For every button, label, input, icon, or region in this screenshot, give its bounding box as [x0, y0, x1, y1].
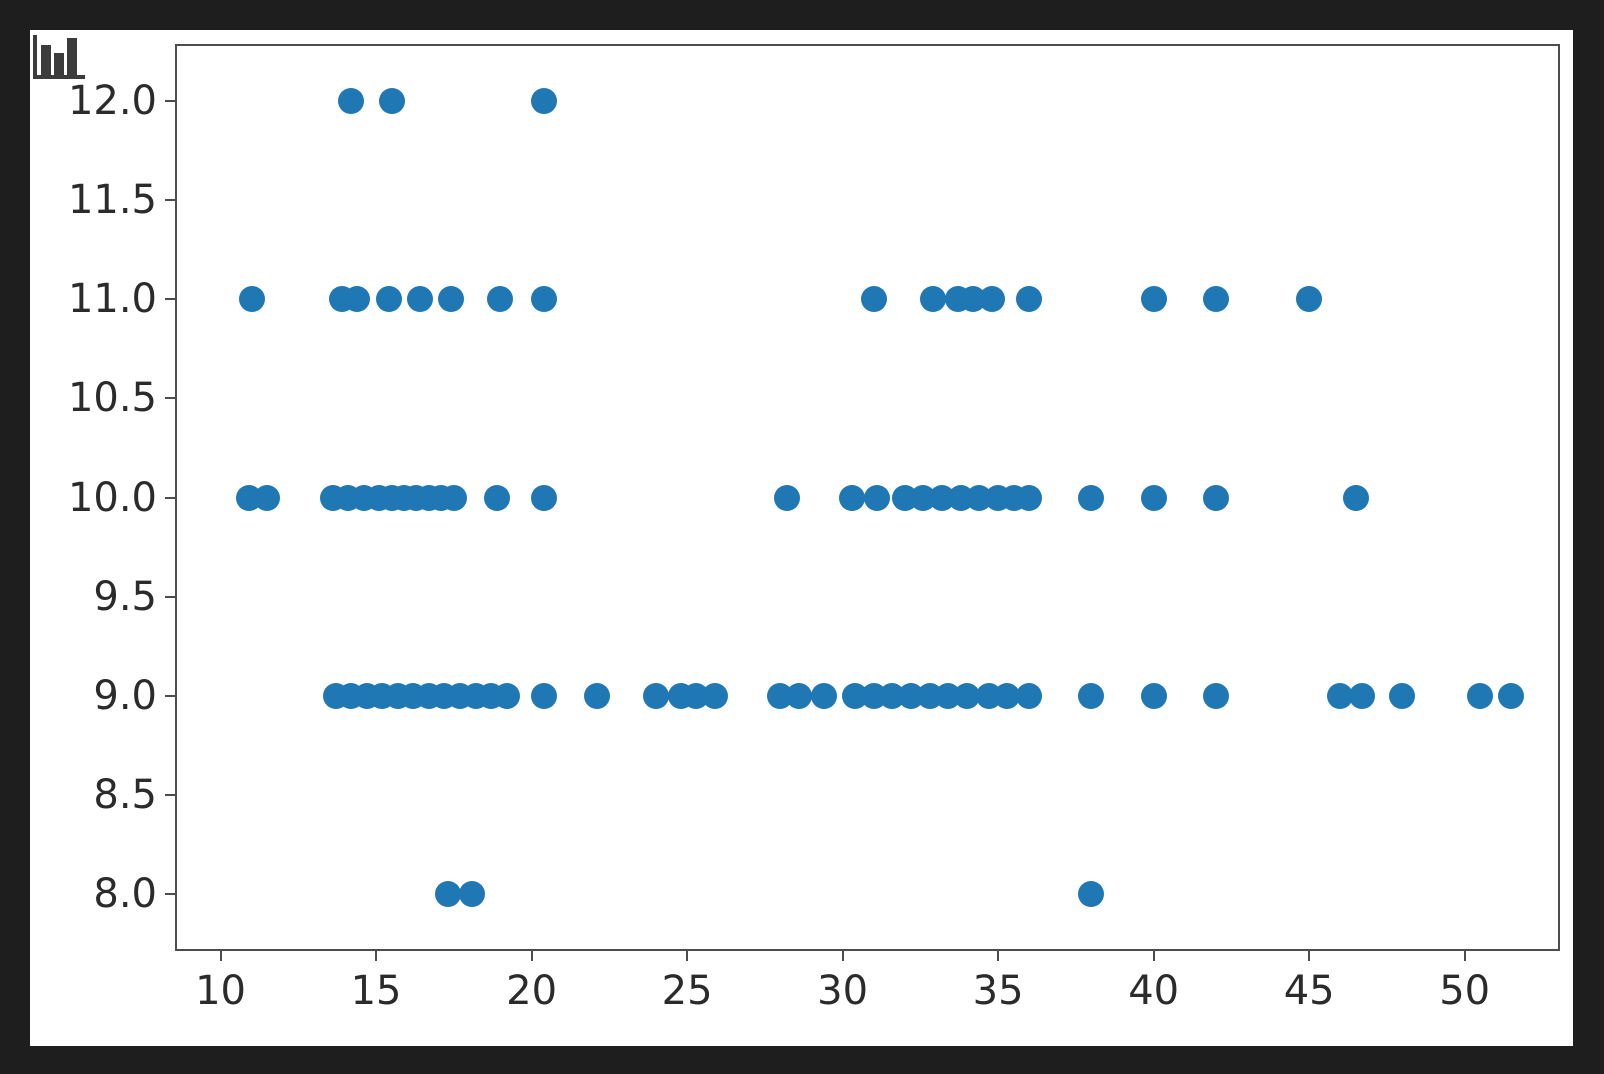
- scatter-point: [1389, 682, 1416, 709]
- scatter-point: [531, 88, 558, 115]
- x-axis-tick-mark: [1463, 949, 1466, 961]
- x-axis-tick-mark: [375, 949, 378, 961]
- scatter-point: [1342, 484, 1369, 511]
- scatter-point: [378, 88, 405, 115]
- scatter-point: [1016, 682, 1043, 709]
- scatter-point: [702, 682, 729, 709]
- y-axis-tick-label: 9.0: [93, 672, 157, 719]
- y-axis-tick-label: 8.0: [93, 870, 157, 917]
- y-axis-tick-mark: [165, 397, 177, 400]
- scatter-point: [583, 682, 610, 709]
- scatter-point: [1467, 682, 1494, 709]
- x-axis-tick-mark: [1308, 949, 1311, 961]
- scatter-point: [531, 484, 558, 511]
- x-axis-tick-mark: [997, 949, 1000, 961]
- x-axis-tick-mark: [1152, 949, 1155, 961]
- scatter-point: [863, 484, 890, 511]
- y-axis-tick-mark: [165, 694, 177, 697]
- y-axis-tick-label: 11.5: [67, 177, 157, 224]
- x-axis-tick-label: 10: [195, 968, 246, 1014]
- y-axis-tick-mark: [165, 793, 177, 796]
- scatter-point: [1016, 484, 1043, 511]
- scatter-point: [786, 682, 813, 709]
- scatter-point: [1140, 286, 1167, 313]
- x-axis-tick-mark: [841, 949, 844, 961]
- scatter-point: [1202, 682, 1229, 709]
- scatter-point: [773, 484, 800, 511]
- y-axis-tick-mark: [165, 100, 177, 103]
- scatter-point: [238, 286, 265, 313]
- y-axis-tick-mark: [165, 595, 177, 598]
- scatter-point: [493, 682, 520, 709]
- scatter-point: [254, 484, 281, 511]
- x-axis-tick-label: 15: [350, 968, 402, 1014]
- plot-axes[interactable]: 8.0 8.5 9.0 9.5 10.0 10.5 11.0 11.5 12.0 10 15 20 25…: [68, 44, 1560, 1011]
- scatter-point: [1498, 682, 1525, 709]
- y-axis-tick-mark: [165, 892, 177, 895]
- x-axis-tick-mark: [530, 949, 533, 961]
- scatter-point: [338, 88, 365, 115]
- scatter-point: [1078, 484, 1105, 511]
- scatter-point: [810, 682, 837, 709]
- scatter-point: [437, 286, 464, 313]
- y-axis-tick-label: 9.5: [93, 573, 157, 620]
- matplotlib-figure: 8.0 8.5 9.0 9.5 10.0 10.5 11.0 11.5 12.0 10 15 20 25…: [30, 30, 1573, 1046]
- x-axis-tick-mark: [686, 949, 689, 961]
- scatter-point: [440, 484, 467, 511]
- y-axis-tick-label: 10.5: [67, 375, 157, 422]
- scatter-point: [459, 880, 486, 907]
- x-axis-tick-label: 20: [506, 968, 558, 1014]
- scatter-point: [1202, 286, 1229, 313]
- scatter-point: [531, 286, 558, 313]
- y-axis-tick-mark: [165, 199, 177, 202]
- scatter-plot-surface[interactable]: [177, 46, 1558, 949]
- x-axis-tick-label: 25: [661, 968, 713, 1014]
- x-axis-tick-label: 45: [1283, 968, 1335, 1014]
- y-axis-tick-label: 10.0: [67, 474, 157, 521]
- y-axis-tick-label: 8.5: [93, 771, 157, 818]
- scatter-point: [1078, 682, 1105, 709]
- bar-chart-icon: [33, 35, 85, 79]
- scatter-point: [1296, 286, 1323, 313]
- x-axis-tick-mark: [219, 949, 222, 961]
- scatter-point: [1016, 286, 1043, 313]
- scatter-point: [1078, 880, 1105, 907]
- scatter-point: [531, 682, 558, 709]
- scatter-point: [375, 286, 402, 313]
- scatter-point: [860, 286, 887, 313]
- scatter-point: [919, 286, 946, 313]
- x-axis-tick-label: 40: [1128, 968, 1180, 1014]
- application-window: 8.0 8.5 9.0 9.5 10.0 10.5 11.0 11.5 12.0 10 15 20 25…: [0, 0, 1604, 1074]
- x-axis-tick-label: 30: [817, 968, 869, 1014]
- y-axis-tick-mark: [165, 496, 177, 499]
- scatter-point: [1349, 682, 1376, 709]
- scatter-point: [487, 286, 514, 313]
- x-axis-tick-label: 35: [972, 968, 1024, 1014]
- scatter-point: [484, 484, 511, 511]
- scatter-point: [978, 286, 1005, 313]
- scatter-point: [838, 484, 865, 511]
- scatter-point: [642, 682, 669, 709]
- scatter-point: [1140, 484, 1167, 511]
- scatter-point: [434, 880, 461, 907]
- y-axis-tick-label: 11.0: [67, 276, 157, 323]
- scatter-point: [1202, 484, 1229, 511]
- scatter-point: [1140, 682, 1167, 709]
- y-axis-tick-mark: [165, 298, 177, 301]
- scatter-point: [406, 286, 433, 313]
- x-axis-tick-label: 50: [1439, 968, 1491, 1014]
- scatter-point: [344, 286, 371, 313]
- y-axis-tick-label: 12.0: [67, 78, 157, 125]
